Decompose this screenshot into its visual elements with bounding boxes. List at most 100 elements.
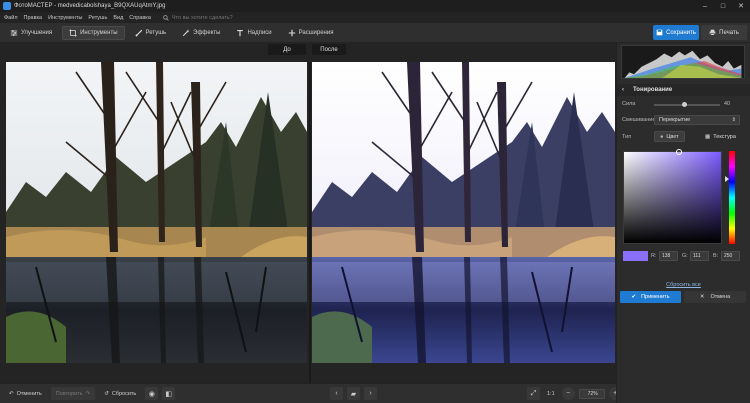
tab-enhance[interactable]: Улучшения — [4, 26, 58, 40]
menu-help[interactable]: Справка — [129, 15, 151, 21]
histogram — [621, 45, 745, 79]
close-button[interactable]: ✕ — [732, 0, 750, 12]
strength-slider-knob[interactable] — [682, 102, 687, 107]
texture-icon: ▦ — [705, 133, 711, 140]
redo-button[interactable]: Повторить ↷ — [50, 387, 96, 400]
magic-wand-icon — [183, 28, 190, 36]
after-caption: После — [312, 44, 346, 55]
reset-button[interactable]: ↺ Сбросить — [99, 387, 141, 400]
minimize-button[interactable]: – — [696, 0, 714, 12]
type-texture-option[interactable]: ▦ Текстура — [700, 131, 741, 142]
r-input[interactable]: 138 — [659, 251, 678, 261]
blend-value: Перекрытие — [659, 117, 691, 123]
menu-edit[interactable]: Правка — [24, 15, 43, 21]
ratio-button[interactable]: 1:1 — [544, 387, 558, 400]
tab-extensions[interactable]: Расширения — [282, 26, 340, 40]
menu-bar: Файл Правка Инструменты Ретушь Вид Справ… — [0, 12, 750, 23]
folder-icon: ▰ — [350, 390, 357, 398]
window-title: ФотоМАСТЕР - medvedicabolshaya_B9QXAUqAt… — [14, 3, 166, 9]
close-icon: ✕ — [699, 294, 705, 300]
apply-button[interactable]: ✔ Применить — [620, 291, 681, 303]
color-picker-cursor[interactable] — [676, 149, 682, 155]
type-texture-label: Текстура — [713, 133, 736, 140]
main-toolbar: Улучшения Инструменты Ретушь Эффекты Над… — [0, 23, 750, 43]
print-label: Печать — [719, 29, 739, 36]
minus-icon: − — [566, 390, 571, 397]
check-icon: ✔ — [631, 294, 637, 300]
color-picker-area[interactable] — [623, 151, 722, 244]
redo-icon: ↷ — [85, 390, 91, 397]
palette-icon: ◕ — [660, 133, 664, 140]
prev-image-button[interactable]: ‹ — [330, 387, 343, 400]
menu-tools[interactable]: Инструменты — [48, 15, 82, 21]
print-button[interactable]: Печать — [701, 25, 747, 40]
g-input[interactable]: 111 — [690, 251, 709, 261]
fit-button[interactable]: ⤢ — [527, 387, 540, 400]
reset-all-link[interactable]: Сбросить все — [617, 282, 750, 288]
chevron-left-icon: ‹ — [335, 390, 338, 397]
hue-marker-icon[interactable] — [725, 176, 729, 182]
updown-icon: ⇕ — [731, 117, 736, 123]
tab-text[interactable]: Надписи — [230, 26, 277, 40]
split-divider[interactable] — [309, 62, 311, 383]
b-input[interactable]: 250 — [721, 251, 740, 261]
bottom-bar: ↶ Отменить Повторить ↷ ↺ Сбросить ◉ ◧ — [0, 383, 616, 403]
eye-icon: ◉ — [148, 390, 155, 398]
eye-button[interactable]: ◉ — [145, 387, 159, 400]
color-swatch — [623, 251, 648, 261]
type-color-option[interactable]: ◕ Цвет — [654, 131, 685, 142]
next-image-button[interactable]: › — [364, 387, 377, 400]
tab-label: Инструменты — [80, 29, 118, 36]
folder-button[interactable]: ▰ — [347, 387, 360, 400]
blend-label: Смешивание — [622, 117, 656, 123]
navigation-controls: ‹ ▰ › — [330, 387, 377, 400]
menu-view[interactable]: Вид — [113, 15, 123, 21]
undo-button[interactable]: ↶ Отменить — [4, 387, 47, 400]
reset-label: Сбросить — [111, 390, 137, 397]
b-label: B: — [713, 253, 719, 259]
before-photo — [6, 62, 307, 363]
chevron-right-icon: › — [369, 390, 372, 397]
tab-label: Эффекты — [193, 29, 221, 36]
compare-button[interactable]: ◧ — [162, 387, 176, 400]
menu-file[interactable]: Файл — [4, 15, 18, 21]
undo-label: Отменить — [16, 390, 42, 397]
cancel-button[interactable]: ✕ Отмена — [684, 291, 746, 303]
strength-value: 40 — [724, 101, 731, 107]
text-icon — [237, 29, 244, 36]
apply-label: Применить — [641, 294, 670, 300]
zoom-out-button[interactable]: − — [561, 387, 575, 400]
g-label: G: — [682, 253, 688, 259]
tab-label: Надписи — [247, 29, 272, 36]
save-label: Сохранить — [666, 29, 696, 36]
tab-tools[interactable]: Инструменты — [62, 25, 125, 40]
tab-label: Расширения — [298, 29, 334, 36]
save-button[interactable]: Сохранить — [653, 25, 699, 40]
maximize-button[interactable]: □ — [714, 0, 732, 12]
type-label: Тип — [622, 134, 632, 140]
tab-label: Ретушь — [145, 29, 167, 36]
tab-retouch[interactable]: Ретушь — [129, 26, 173, 40]
floppy-icon — [656, 29, 663, 36]
search-icon — [163, 14, 169, 21]
strength-label: Сила — [622, 101, 636, 107]
section-header: ‹ Тонирование — [617, 84, 750, 96]
sliders-icon — [10, 29, 18, 36]
printer-icon — [709, 29, 716, 36]
strength-slider[interactable] — [654, 104, 720, 106]
menu-retouch[interactable]: Ретушь — [88, 15, 107, 21]
crop-icon — [69, 28, 77, 37]
plus-icon — [288, 29, 295, 36]
reset-icon: ↺ — [104, 390, 109, 397]
back-chevron-icon[interactable]: ‹ — [622, 87, 624, 93]
tab-label: Улучшения — [21, 29, 53, 36]
menu-search — [163, 14, 282, 21]
hue-slider[interactable] — [729, 151, 735, 244]
before-caption: До — [268, 44, 306, 55]
tab-effects[interactable]: Эффекты — [176, 26, 226, 40]
search-input[interactable] — [171, 14, 282, 21]
blend-select[interactable]: Перекрытие ⇕ — [654, 115, 740, 125]
zoom-level[interactable]: 72% — [578, 388, 605, 399]
fit-screen-icon: ⤢ — [530, 389, 537, 397]
section-title: Тонирование — [633, 87, 673, 93]
